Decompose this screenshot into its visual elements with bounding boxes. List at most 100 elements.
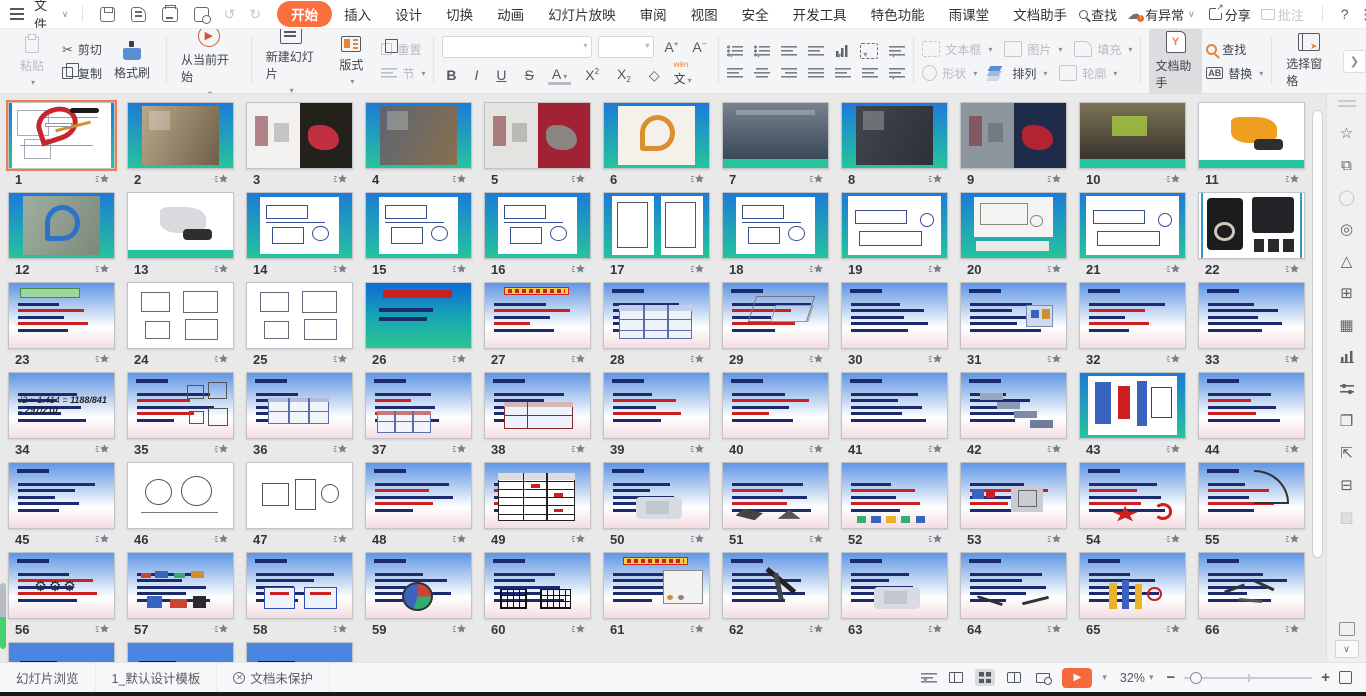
zoom-slider[interactable] [1184,677,1312,679]
settings-sliders-icon[interactable] [1335,377,1359,402]
cut-button[interactable]: ✂剪切 [62,41,102,58]
redo-icon[interactable]: ↻ [249,6,261,23]
flash-star-icon[interactable] [95,353,111,366]
save-icon[interactable] [100,7,115,22]
numbered-list-icon[interactable] [754,45,770,57]
align-right-icon[interactable] [781,67,797,79]
warn-triangle-icon[interactable]: △ [1335,249,1359,274]
slide-thumbnail-37[interactable] [365,372,472,439]
slide-thumbnail-52[interactable] [841,462,948,529]
flash-star-icon[interactable] [928,533,944,546]
slide-thumbnail-5[interactable] [484,102,591,169]
help-icon[interactable]: ? [1341,6,1349,22]
font-color-button[interactable]: A [548,66,571,85]
tab-设计[interactable]: 设计 [383,1,434,27]
more-icon[interactable]: ⋮ [1359,6,1366,23]
text-frame-icon[interactable] [860,43,878,59]
flash-star-icon[interactable] [571,263,587,276]
slide-thumbnail-16[interactable] [484,192,591,259]
view-normal-icon[interactable] [946,669,966,686]
slide-thumbnail-23[interactable] [8,282,115,349]
font-size-select[interactable] [598,36,654,58]
tab-幻灯片放映[interactable]: 幻灯片放映 [536,1,628,27]
shape-button[interactable]: 形状 [922,65,977,82]
slide-thumbnail-21[interactable] [1079,192,1186,259]
pinyin-guide-button[interactable]: 文 [674,64,692,87]
slide-thumbnail-12[interactable] [8,192,115,259]
image-pages-icon[interactable]: ❐ [1335,409,1359,434]
fill-button[interactable]: 填充 [1074,41,1132,58]
view-reading-icon[interactable] [1004,669,1024,686]
slide-thumbnail-11[interactable] [1198,102,1305,169]
flash-star-icon[interactable] [214,533,230,546]
flash-star-icon[interactable] [928,353,944,366]
cloud-sync-status[interactable]: ☁!有异常∨ [1127,5,1199,24]
flash-star-icon[interactable] [690,173,706,186]
flash-star-icon[interactable] [95,173,111,186]
flash-star-icon[interactable] [928,443,944,456]
slide-thumbnail-69[interactable] [246,642,353,662]
play-options-caret-icon[interactable]: ▾ [1102,672,1107,683]
scrollbar-thumb[interactable] [1312,110,1323,558]
flash-star-icon[interactable] [452,533,468,546]
slide-thumbnail-45[interactable] [8,462,115,529]
tab-审阅[interactable]: 审阅 [628,1,679,27]
slide-thumbnail-6[interactable] [603,102,710,169]
main-menu-icon[interactable] [10,8,24,20]
slide-thumbnail-32[interactable] [1079,282,1186,349]
flash-star-icon[interactable] [452,173,468,186]
flash-star-icon[interactable] [1047,353,1063,366]
layout-grid-icon[interactable]: ▦ [1335,313,1359,338]
slide-thumbnail-9[interactable] [960,102,1067,169]
flash-star-icon[interactable] [571,443,587,456]
page-preview-icon[interactable] [1339,622,1355,636]
slide-thumbnail-18[interactable] [722,192,829,259]
tab-切换[interactable]: 切换 [434,1,485,27]
format-painter-button[interactable]: 格式刷 [106,39,158,84]
slide-thumbnail-61[interactable] [603,552,710,619]
flash-star-icon[interactable] [571,623,587,636]
tab-安全[interactable]: 安全 [730,1,781,27]
beautify-star-icon[interactable]: ☆ [1335,121,1359,146]
picture-button[interactable]: 图片 [1004,41,1062,58]
increase-font-icon[interactable]: A+ [660,39,682,55]
slide-thumbnail-8[interactable] [841,102,948,169]
flash-star-icon[interactable] [1285,353,1301,366]
play-from-current-button[interactable]: ▶从当前开始 [175,28,243,94]
tab-插入[interactable]: 插入 [332,1,383,27]
slide-thumbnail-30[interactable] [841,282,948,349]
zoom-level[interactable]: 32%▾ [1120,671,1158,685]
flash-star-icon[interactable] [1047,623,1063,636]
font-name-select[interactable] [442,36,592,58]
flash-star-icon[interactable] [809,533,825,546]
flash-star-icon[interactable] [333,443,349,456]
smart-layout-icon[interactable]: ⧉ [1335,153,1359,178]
flash-star-icon[interactable] [95,443,111,456]
tab-开始[interactable]: 开始 [277,1,332,27]
flash-star-icon[interactable] [333,263,349,276]
slide-thumbnail-3[interactable] [246,102,353,169]
char-spacing-icon[interactable] [862,67,878,79]
slide-thumbnail-26[interactable] [365,282,472,349]
slide-thumbnail-66[interactable] [1198,552,1305,619]
zoom-in-button[interactable]: + [1321,669,1330,686]
flash-star-icon[interactable] [333,173,349,186]
tab-雨课堂[interactable]: 雨课堂 [937,1,1002,27]
flash-star-icon[interactable] [690,353,706,366]
flash-star-icon[interactable] [928,263,944,276]
flash-star-icon[interactable] [452,353,468,366]
flash-star-icon[interactable] [95,533,111,546]
text-direction-icon[interactable] [835,45,849,57]
flash-star-icon[interactable] [1285,623,1301,636]
increase-indent-icon[interactable] [808,45,824,57]
slide-thumbnail-42[interactable] [960,372,1067,439]
section-button[interactable]: 节 [381,65,425,82]
view-slide-sorter-icon[interactable] [975,669,995,686]
slide-thumbnail-2[interactable] [127,102,234,169]
find-button[interactable]: 查找 [1206,41,1263,58]
selection-pane-button[interactable]: 选择窗格 [1280,30,1337,92]
flash-star-icon[interactable] [214,353,230,366]
slide-thumbnail-58[interactable] [246,552,353,619]
slide-thumbnail-4[interactable] [365,102,472,169]
flash-star-icon[interactable] [1047,263,1063,276]
